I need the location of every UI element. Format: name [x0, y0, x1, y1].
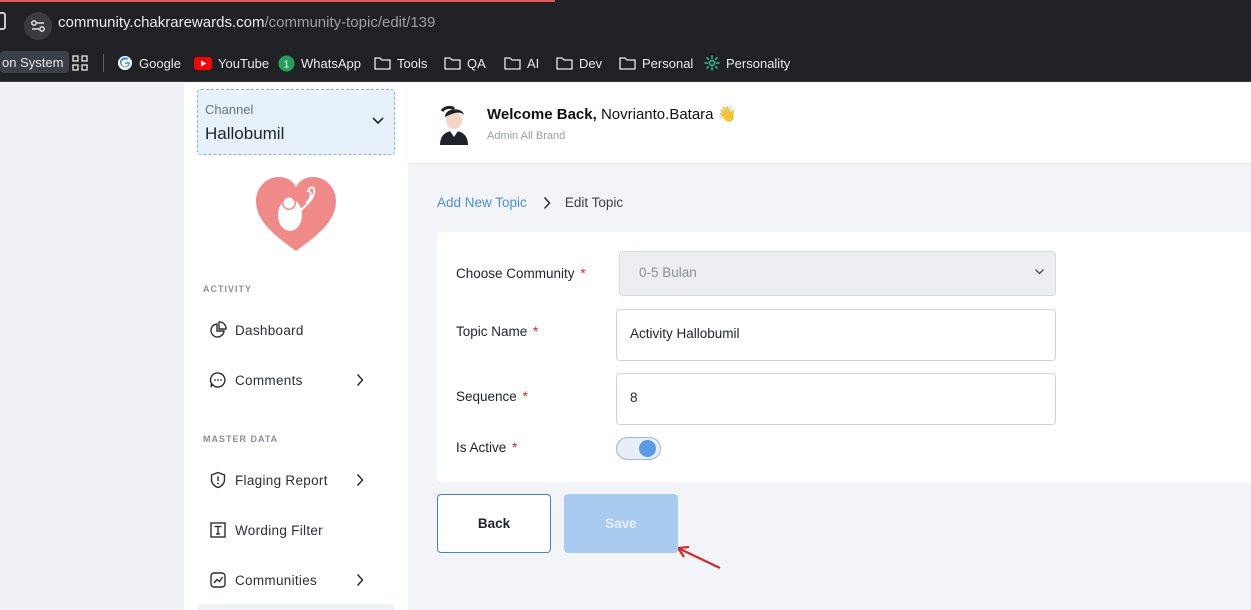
- left-gutter: [0, 83, 184, 610]
- bookmark-folder-tools[interactable]: Tools: [374, 53, 427, 73]
- sequence-label: Sequence *: [456, 389, 528, 404]
- is-active-label: Is Active *: [456, 440, 518, 455]
- chevron-right-icon: [356, 573, 364, 587]
- topic-name-input[interactable]: Activity Hallobumil: [616, 309, 1056, 361]
- personality-icon: [704, 55, 720, 71]
- browser-toolbar: community.chakrarewards.com/community-to…: [0, 0, 1251, 42]
- folder-icon: [444, 57, 461, 70]
- sidebar-item-partial[interactable]: [198, 604, 394, 610]
- bookmarks-bar: on System Google YouTube 1 WhatsApp Tool: [0, 42, 1251, 82]
- shield-alert-icon: [208, 470, 228, 490]
- chat-bubble-icon: [208, 370, 228, 390]
- welcome-message: Welcome Back, Novrianto.Batara 👋: [487, 106, 737, 123]
- user-name: Novrianto.Batara: [600, 106, 714, 123]
- chevron-down-icon: [1034, 268, 1045, 275]
- is-active-toggle[interactable]: [616, 437, 661, 460]
- sidebar-item-communities[interactable]: Communities: [208, 566, 384, 594]
- folder-icon: [619, 57, 636, 70]
- edit-topic-form: Choose Community * 0-5 Bulan Topic Name …: [437, 232, 1251, 482]
- folder-icon: [374, 57, 391, 70]
- sidebar: Channel Hallobumil ACTIVITY Dashboard Co…: [184, 83, 408, 610]
- tab-loading-indicator: [0, 0, 555, 2]
- avatar[interactable]: [436, 103, 472, 145]
- section-label-master-data: MASTER DATA: [203, 434, 279, 444]
- breadcrumb: Add New Topic Edit Topic: [437, 195, 623, 210]
- section-label-activity: ACTIVITY: [203, 284, 253, 294]
- community-select-value: 0-5 Bulan: [639, 265, 697, 280]
- community-select[interactable]: 0-5 Bulan: [619, 251, 1056, 296]
- site-info-icon[interactable]: [24, 12, 52, 40]
- chart-line-icon: [208, 570, 228, 590]
- wave-emoji: 👋: [717, 106, 737, 123]
- bookmark-folder-dev[interactable]: Dev: [556, 53, 602, 73]
- breadcrumb-add-new-topic[interactable]: Add New Topic: [437, 195, 527, 210]
- community-label: Choose Community *: [456, 266, 586, 281]
- text-box-icon: [208, 520, 228, 540]
- svg-text:1: 1: [284, 59, 290, 70]
- user-role: Admin All Brand: [487, 130, 566, 142]
- bookmark-whatsapp[interactable]: 1 WhatsApp: [278, 53, 361, 73]
- folder-icon: [556, 57, 573, 70]
- app-root: Channel Hallobumil ACTIVITY Dashboard Co…: [0, 83, 1251, 610]
- channel-label: Channel: [205, 102, 254, 117]
- folder-icon: [504, 57, 521, 70]
- sidebar-item-comments[interactable]: Comments: [208, 366, 384, 394]
- chevron-right-icon: [356, 473, 364, 487]
- bookmark-separator: [103, 54, 104, 72]
- channel-selector[interactable]: Channel Hallobumil: [197, 89, 395, 155]
- topic-name-label: Topic Name *: [456, 324, 539, 339]
- bookmark-google[interactable]: Google: [117, 53, 181, 73]
- sidebar-item-wording-filter[interactable]: Wording Filter: [208, 516, 384, 544]
- back-button[interactable]: Back: [437, 494, 551, 553]
- toggle-knob: [639, 440, 656, 457]
- channel-value: Hallobumil: [205, 124, 285, 143]
- bookmark-personality[interactable]: Personality: [704, 53, 790, 73]
- sidebar-item-dashboard[interactable]: Dashboard: [208, 316, 384, 344]
- address-bar[interactable]: community.chakrarewards.com/community-to…: [58, 14, 435, 31]
- whatsapp-icon: 1: [278, 55, 295, 71]
- apps-grid-icon[interactable]: [72, 53, 88, 73]
- bookmark-system[interactable]: on System: [0, 51, 70, 73]
- bookmark-folder-ai[interactable]: AI: [504, 53, 539, 73]
- bookmark-folder-personal[interactable]: Personal: [619, 53, 693, 73]
- breadcrumb-current: Edit Topic: [564, 195, 624, 210]
- top-header: Welcome Back, Novrianto.Batara 👋 Admin A…: [408, 83, 1251, 163]
- youtube-icon: [194, 56, 212, 70]
- google-icon: [118, 56, 132, 70]
- sequence-input[interactable]: 8: [616, 373, 1056, 425]
- brand-logo-heart-icon: [256, 177, 336, 251]
- save-button[interactable]: Save: [564, 494, 678, 553]
- chevron-down-icon: [372, 117, 384, 125]
- chevron-right-icon: [356, 373, 364, 387]
- bookmark-youtube[interactable]: YouTube: [194, 53, 269, 73]
- chevron-right-icon: [543, 196, 551, 210]
- sidebar-toggle-icon[interactable]: [0, 12, 6, 30]
- pie-chart-icon: [208, 320, 228, 340]
- bookmark-folder-qa[interactable]: QA: [444, 53, 486, 73]
- sidebar-item-flaging-report[interactable]: Flaging Report: [208, 466, 384, 494]
- annotation-arrow-icon: [676, 545, 721, 569]
